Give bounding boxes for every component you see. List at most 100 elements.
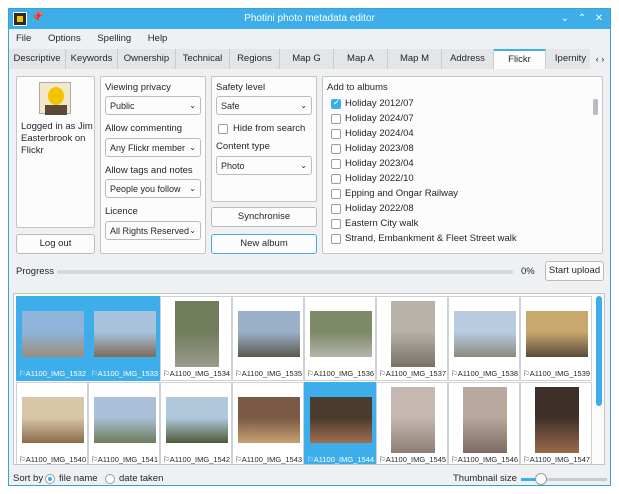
thumbnail-caption: ⚐A1100_IMG_1543 [235,455,302,464]
flag-icon: ⚐ [523,455,530,464]
menu-file[interactable]: File [9,30,38,47]
tab-regions[interactable]: Regions [230,49,280,69]
menu-bar: File Options Spelling Help [9,30,610,48]
tab-descriptive[interactable]: Descriptive [9,49,66,69]
chevron-left-icon[interactable]: ‹ [596,54,599,64]
thumbnail-image [22,397,84,443]
logged-in-text: Logged in as Jim Easterbrook on Flickr [21,121,93,156]
image-thumbnail[interactable]: ⚐A1100_IMG_1533 [88,296,160,381]
viewing-privacy-select[interactable]: Public ⌄ [105,96,201,115]
image-thumbnail[interactable]: ⚐A1100_IMG_1537 [376,296,448,381]
content-type-select[interactable]: Photo ⌄ [216,156,312,175]
flag-icon: ⚐ [235,369,242,378]
tab-ipernity[interactable]: Ipernity [546,49,596,69]
hide-from-search-checkbox[interactable] [218,124,228,134]
allow-commenting-select[interactable]: Any Flickr member ⌄ [105,138,201,157]
maximize-icon[interactable]: ⌃ [575,12,589,26]
chevron-down-icon: ⌄ [189,184,196,193]
tab-keywords[interactable]: Keywords [66,49,118,69]
image-thumbnail[interactable]: ⚐A1100_IMG_1546 [448,382,520,464]
album-checkbox[interactable] [331,97,341,109]
sort-date-taken-radio[interactable] [105,474,115,484]
sort-file-name-label: file name [59,473,98,484]
licence-label: Licence [105,206,138,217]
flag-icon: ⚐ [379,455,386,464]
logout-button[interactable]: Log out [16,234,95,254]
tab-ownership[interactable]: Ownership [118,49,176,69]
image-thumbnail[interactable]: ⚐A1100_IMG_1534 [160,296,232,381]
tab-scroll-arrows[interactable]: ‹ › [590,49,610,69]
album-name: Holiday 2024/07 [345,113,414,124]
flag-icon: ⚐ [91,369,98,378]
tab-address[interactable]: Address [442,49,494,69]
album-checkbox[interactable] [331,174,341,184]
thumbnail-image [391,387,435,453]
album-checkbox[interactable] [331,159,341,169]
image-thumbnail[interactable]: ⚐A1100_IMG_1539 [520,296,592,381]
tab-flickr[interactable]: Flickr [494,49,546,69]
image-thumbnail[interactable]: ⚐A1100_IMG_1547 [520,382,592,464]
album-checkbox[interactable] [331,189,341,199]
status-bar: Sort by file name date taken Thumbnail s… [9,467,610,485]
image-thumbnail[interactable]: ⚐A1100_IMG_1542 [160,382,232,464]
image-thumbnail[interactable]: ⚐A1100_IMG_1532 [16,296,88,381]
thumbnail-filename: A1100_IMG_1539 [529,369,591,378]
progress-percent: 0% [521,266,535,277]
thumbnail-caption: ⚐A1100_IMG_1541 [91,455,158,464]
slider-handle[interactable] [535,473,547,485]
thumbnail-image [238,311,300,357]
flag-icon: ⚐ [523,369,530,378]
tab-map-g[interactable]: Map G [280,49,334,69]
menu-help[interactable]: Help [141,30,175,47]
image-thumbnail[interactable]: ⚐A1100_IMG_1543 [232,382,304,464]
sort-file-name-radio[interactable] [45,474,55,484]
album-checkbox[interactable] [331,144,341,154]
minimize-icon[interactable]: ⌄ [558,12,572,26]
image-thumbnail[interactable]: ⚐A1100_IMG_1538 [448,296,520,381]
thumbnail-image [94,311,156,357]
album-checkbox[interactable] [331,234,341,244]
tab-map-a[interactable]: Map A [334,49,388,69]
image-grid-scrollbar[interactable] [596,296,602,406]
safety-level-label: Safety level [216,82,266,93]
album-list[interactable]: Holiday 2012/07 Holiday 2024/07 Holiday 20… [323,97,593,253]
safety-level-select[interactable]: Safe ⌄ [216,96,312,115]
synchronise-button[interactable]: Synchronise [211,207,317,227]
image-grid[interactable]: ⚐A1100_IMG_1532 ⚐A1100_IMG_1533 ⚐A1100_IMG… [13,293,605,465]
menu-options[interactable]: Options [41,30,88,47]
image-thumbnail[interactable]: ⚐A1100_IMG_1536 [304,296,376,381]
progress-label: Progress [16,266,55,277]
thumbnail-size-slider[interactable] [521,473,607,485]
image-thumbnail[interactable]: ⚐A1100_IMG_1540 [16,382,88,464]
thumbnail-image [526,311,588,357]
thumbnail-filename: A1100_IMG_1545 [385,455,447,464]
new-album-button[interactable]: New album [211,234,317,254]
sort-date-taken-label: date taken [119,473,164,484]
flag-icon: ⚐ [235,455,242,464]
album-checkbox[interactable] [331,219,341,229]
close-icon[interactable]: ✕ [592,12,606,26]
album-checkbox[interactable] [331,114,341,124]
licence-select[interactable]: All Rights Reserved ⌄ [105,221,201,240]
thumbnail-caption: ⚐A1100_IMG_1536 [307,369,374,378]
image-thumbnail[interactable]: ⚐A1100_IMG_1541 [88,382,160,464]
image-thumbnail[interactable]: ⚐A1100_IMG_1535 [232,296,304,381]
tab-map-m[interactable]: Map M [388,49,442,69]
thumbnail-caption: ⚐A1100_IMG_1540 [19,455,86,464]
start-upload-button[interactable]: Start upload [545,261,604,281]
album-checkbox[interactable] [331,204,341,214]
menu-spelling[interactable]: Spelling [90,30,138,47]
safety-panel: Safety level Safe ⌄ Hide from search Cont… [211,76,317,202]
tab-technical[interactable]: Technical [176,49,230,69]
image-thumbnail[interactable]: ⚐A1100_IMG_1545 [376,382,448,464]
image-thumbnail[interactable]: ⚐A1100_IMG_1544 [304,382,376,464]
thumbnail-image [166,397,228,443]
chevron-right-icon[interactable]: › [601,54,604,64]
album-checkbox[interactable] [331,129,341,139]
thumbnail-image [22,311,84,357]
thumbnail-image [238,397,300,443]
allow-tags-select[interactable]: People you follow ⌄ [105,179,201,198]
thumbnail-filename: A1100_IMG_1547 [529,455,591,464]
album-list-scrollbar[interactable] [593,99,598,115]
thumbnail-filename: A1100_IMG_1536 [313,369,375,378]
